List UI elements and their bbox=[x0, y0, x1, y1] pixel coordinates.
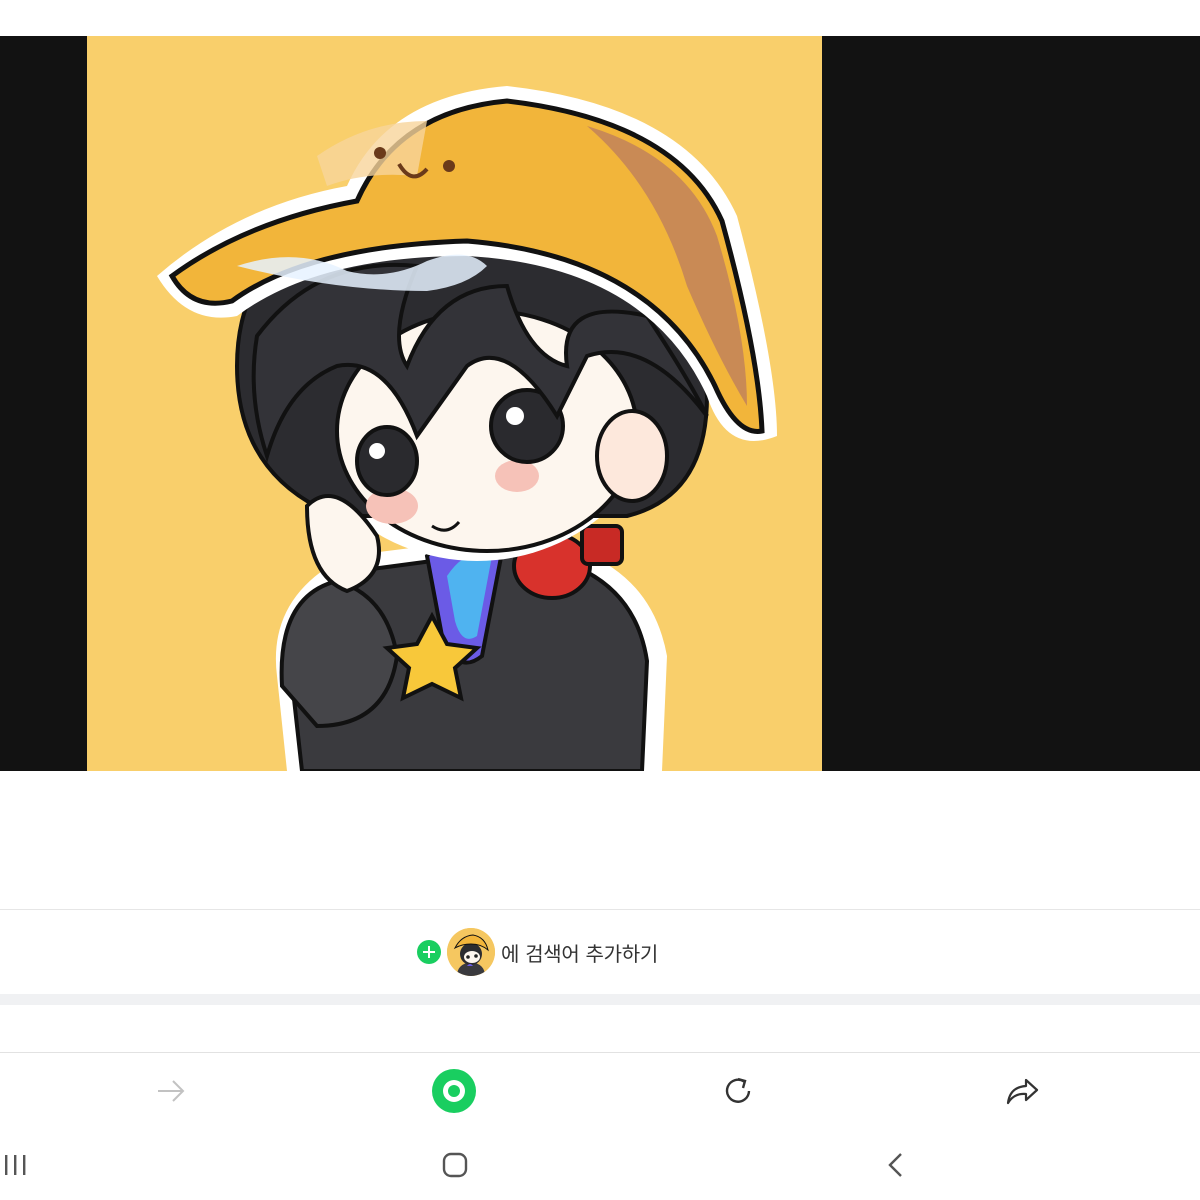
system-navigation-bar bbox=[0, 1130, 1200, 1200]
share-icon bbox=[1006, 1078, 1039, 1105]
image-viewer[interactable] bbox=[0, 36, 1200, 771]
share-button[interactable] bbox=[982, 1053, 1062, 1129]
recent-apps-button[interactable] bbox=[0, 1130, 56, 1200]
add-search-keyword-row[interactable]: 에 검색어 추가하기 bbox=[0, 910, 1200, 994]
browser-toolbar bbox=[0, 1053, 1200, 1129]
artwork-image[interactable] bbox=[87, 36, 822, 771]
add-search-keyword-content: 에 검색어 추가하기 bbox=[417, 928, 658, 976]
system-home-button[interactable] bbox=[415, 1130, 495, 1200]
plus-circle-icon[interactable] bbox=[417, 940, 442, 964]
section-separator bbox=[0, 994, 1200, 1005]
green-ring-home-icon bbox=[432, 1069, 476, 1113]
refresh-button[interactable] bbox=[698, 1053, 778, 1129]
forward-button[interactable] bbox=[131, 1053, 211, 1129]
home-square-icon bbox=[442, 1152, 468, 1178]
arrow-right-icon bbox=[158, 1080, 185, 1102]
add-search-keyword-label: 에 검색어 추가하기 bbox=[501, 941, 658, 966]
keyword-thumbnail bbox=[447, 928, 496, 976]
back-chevron-icon bbox=[888, 1153, 902, 1177]
refresh-icon bbox=[725, 1077, 751, 1103]
recent-apps-icon bbox=[5, 1155, 26, 1175]
system-back-button[interactable] bbox=[856, 1130, 936, 1200]
page: 에 검색어 추가하기 bbox=[0, 0, 1200, 1200]
home-button[interactable] bbox=[414, 1053, 494, 1129]
